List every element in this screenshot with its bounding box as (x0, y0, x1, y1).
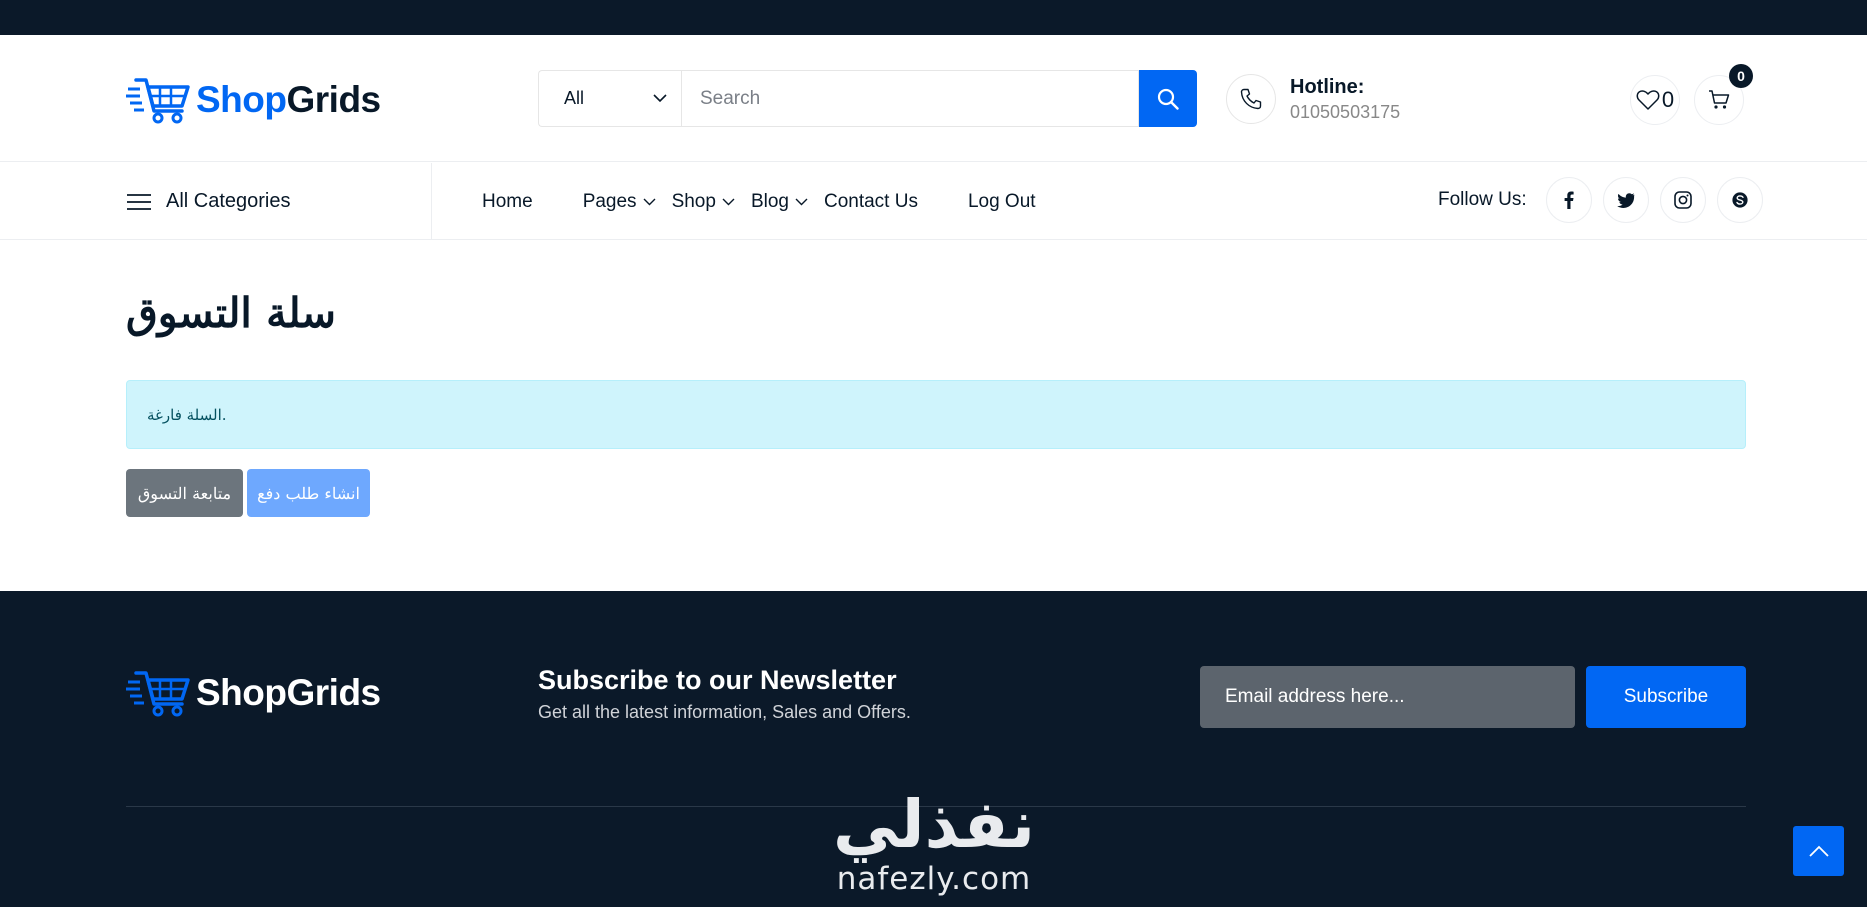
hamburger-icon (127, 193, 151, 210)
nav-item-home[interactable]: Home (482, 191, 533, 213)
phone-icon-wrapper (1226, 74, 1276, 124)
hotline: Hotline: 01050503175 (1226, 74, 1400, 124)
all-categories-button[interactable]: All Categories (126, 163, 432, 240)
instagram-icon (1673, 191, 1692, 209)
site-logo[interactable]: ShopGrids (126, 75, 381, 125)
nav-item-contact-us[interactable]: Contact Us (824, 191, 918, 213)
nav-item-blog[interactable]: Blog (751, 191, 808, 213)
cart-icon (1709, 90, 1730, 109)
phone-icon (1240, 88, 1262, 110)
chevron-up-icon (1808, 845, 1829, 857)
twitter-icon (1616, 192, 1635, 208)
nav-item-shop[interactable]: Shop (672, 191, 735, 213)
watermark-arabic: نفذلي (833, 786, 1035, 863)
subscribe-button[interactable]: Subscribe (1586, 666, 1746, 728)
chevron-down-icon (653, 94, 667, 103)
chevron-down-icon (795, 198, 808, 205)
footer-logo-text: ShopGrids (196, 672, 381, 713)
nav-menu: Home Pages Shop Blog Contact Us Log Out (482, 163, 1066, 240)
search-input[interactable] (681, 70, 1139, 127)
skype-icon (1732, 192, 1748, 208)
facebook-link[interactable] (1545, 177, 1592, 223)
category-select[interactable]: All (538, 70, 681, 127)
top-bar (0, 0, 1867, 35)
category-select-value: All (564, 88, 585, 108)
follow-us-label: Follow Us: (1438, 189, 1527, 210)
nav-item-pages[interactable]: Pages (583, 191, 656, 213)
instagram-link[interactable] (1659, 177, 1706, 223)
main-navbar: All Categories Home Pages Shop Blog Cont… (0, 163, 1867, 240)
cart-count-badge: 0 (1729, 64, 1753, 88)
page-title: سلة التسوق (126, 289, 337, 337)
follow-us: Follow Us: (1438, 177, 1771, 223)
all-categories-label: All Categories (166, 190, 291, 212)
cart-logo-icon (126, 78, 190, 124)
footer-logo[interactable]: ShopGrids (126, 668, 381, 718)
site-header: ShopGrids All Hotline: 01050503175 0 0 (0, 35, 1867, 162)
facebook-icon (1564, 191, 1574, 209)
create-checkout-button[interactable]: انشاء طلب دفع (247, 469, 370, 517)
watermark-url: nafezly.com (836, 861, 1032, 897)
continue-shopping-button[interactable]: متابعة التسوق (126, 469, 243, 517)
nav-item-log-out[interactable]: Log Out (968, 191, 1036, 213)
search-icon (1157, 88, 1179, 110)
newsletter-email-input[interactable] (1200, 666, 1575, 728)
skype-link[interactable] (1716, 177, 1763, 223)
hotline-text: Hotline: 01050503175 (1290, 76, 1400, 123)
nafezly-watermark: نفذلي nafezly.com (826, 786, 1042, 897)
hotline-number: 01050503175 (1290, 101, 1401, 122)
search-bar: All (538, 70, 1197, 127)
chevron-down-icon (722, 198, 735, 205)
twitter-link[interactable] (1602, 177, 1649, 223)
hotline-title: Hotline: (1290, 75, 1365, 98)
wishlist-button[interactable]: 0 (1630, 75, 1680, 125)
heart-icon (1636, 90, 1660, 110)
cart-logo-icon (126, 671, 190, 717)
search-button[interactable] (1139, 70, 1197, 127)
newsletter-subtitle: Get all the latest information, Sales an… (538, 702, 911, 722)
cart-button[interactable]: 0 (1694, 64, 1753, 125)
newsletter-title: Subscribe to our Newsletter (538, 665, 897, 695)
scroll-to-top-button[interactable] (1793, 826, 1844, 876)
wishlist-count: 0 (1661, 87, 1675, 112)
chevron-down-icon (643, 198, 656, 205)
empty-cart-alert: السلة فارغة. (126, 380, 1746, 449)
empty-cart-message: السلة فارغة. (147, 405, 227, 424)
logo-text: ShopGrids (196, 79, 381, 120)
